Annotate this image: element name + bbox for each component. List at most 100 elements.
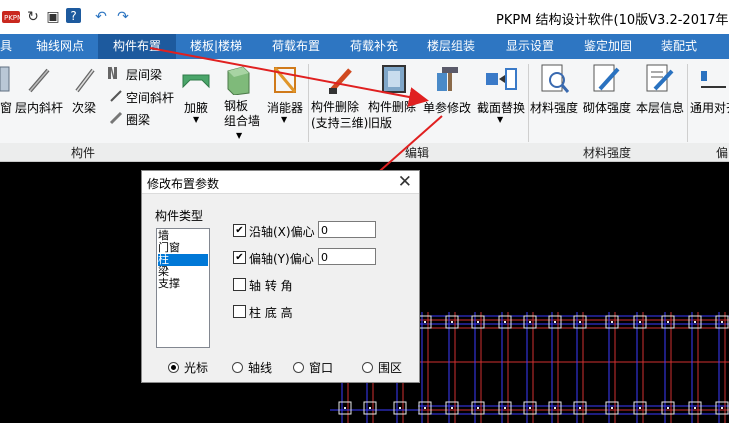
steel-plate-wall-dropdown-icon[interactable]: ▼ xyxy=(236,131,242,140)
off-axis-offset-input[interactable]: 0 xyxy=(318,248,376,265)
off-axis-label: 偏轴(Y)偏心 xyxy=(249,252,314,266)
tab-slab-stair[interactable]: 楼板|楼梯 xyxy=(190,34,242,59)
grid-node-center xyxy=(611,321,613,323)
floor-info-icon xyxy=(646,64,674,92)
delete-member-3d-button[interactable]: 构件删除 (支持三维) xyxy=(311,99,368,131)
grid-node-center xyxy=(399,407,401,409)
radio-axis[interactable] xyxy=(232,362,243,373)
tab-member-layout[interactable]: 构件布置 xyxy=(98,34,176,59)
refresh-icon[interactable]: ↻ xyxy=(24,8,42,26)
dialog-title: 修改布置参数 xyxy=(147,177,220,191)
window-icon xyxy=(0,66,10,92)
general-align-button[interactable]: 通用对齐 xyxy=(690,99,729,116)
tab-tools[interactable]: 具 xyxy=(0,34,12,59)
group-separator xyxy=(308,64,309,142)
undo-icon[interactable]: ↶ xyxy=(92,8,110,26)
grid-node-center xyxy=(424,321,426,323)
radio-fence[interactable] xyxy=(362,362,373,373)
general-align-icon xyxy=(701,71,726,88)
tab-display-settings[interactable]: 显示设置 xyxy=(506,34,554,59)
redo-icon[interactable]: ↷ xyxy=(114,8,132,26)
rotation-angle-label: 轴 转 角 xyxy=(249,279,293,293)
app-title: PKPM 结构设计软件(10版V3.2-2017年3月 xyxy=(496,13,729,28)
single-param-modify-button[interactable]: 单参修改 xyxy=(423,99,471,116)
grid-node-center xyxy=(721,321,723,323)
rotation-angle-checkbox[interactable] xyxy=(233,278,246,291)
inclined-column-button[interactable]: 层内斜杆 xyxy=(15,99,63,116)
secondary-beam-icon xyxy=(75,68,95,93)
grid-node-center xyxy=(694,407,696,409)
pkpm-logo-icon[interactable]: PKPM xyxy=(2,8,20,26)
grid-node-center xyxy=(554,407,556,409)
grid-node-center xyxy=(579,407,581,409)
column-base-height-checkbox[interactable] xyxy=(233,305,246,318)
along-axis-offset-input[interactable]: 0 xyxy=(318,221,376,238)
grid-node-center xyxy=(529,321,531,323)
group-separator xyxy=(528,64,529,142)
close-icon[interactable]: ✕ xyxy=(398,172,412,192)
radio-fence-label: 围区 xyxy=(378,361,403,375)
material-strength-button[interactable]: 材料强度 xyxy=(530,99,578,116)
section-replace-button[interactable]: 截面替换 xyxy=(477,99,525,116)
haunch-button[interactable]: 加腋 xyxy=(184,99,208,116)
masonry-strength-button[interactable]: 砌体强度 xyxy=(583,99,631,116)
ring-beam-icon xyxy=(109,111,123,125)
group-label-partial: 偏 xyxy=(716,146,729,160)
grid-node-center xyxy=(667,407,669,409)
radio-cursor[interactable] xyxy=(168,362,179,373)
ribbon: 窗 层内斜杆 次梁 层间梁 空间斜杆 圈梁 加腋 ▼ 钢板 组合墙 ▼ 消能器 ▼… xyxy=(0,59,729,144)
interlayer-beam-icon xyxy=(108,66,117,80)
grid-node-center xyxy=(639,407,641,409)
group-label-members: 构件 xyxy=(71,146,96,160)
grid-node-center xyxy=(451,407,453,409)
menu-tab-bar: 具 轴线网点 构件布置 楼板|楼梯 荷载布置 荷载补充 楼层组装 显示设置 鉴定… xyxy=(0,34,729,59)
tab-axis-grid[interactable]: 轴线网点 xyxy=(36,34,84,59)
tab-load-layout[interactable]: 荷载布置 xyxy=(272,34,320,59)
material-strength-icon xyxy=(541,64,570,93)
grid-node-center xyxy=(639,321,641,323)
damper-dropdown-icon[interactable]: ▼ xyxy=(281,115,287,124)
secondary-beam-button[interactable]: 次梁 xyxy=(72,99,96,116)
member-type-listbox[interactable]: 墙 门窗 柱 梁 支撑 xyxy=(156,228,210,348)
grid-node-center xyxy=(369,407,371,409)
grid-node-center xyxy=(667,321,669,323)
steel-plate-wall-button[interactable]: 钢板 组合墙 xyxy=(224,99,260,129)
tab-floor-assembly[interactable]: 楼层组装 xyxy=(427,34,475,59)
svg-text:PKPM: PKPM xyxy=(4,14,20,22)
along-axis-label: 沿轴(X)偏心 xyxy=(249,225,315,239)
member-type-label: 构件类型 xyxy=(155,209,204,223)
along-axis-checkbox[interactable]: ✔ xyxy=(233,224,246,237)
floor-info-button[interactable]: 本层信息 xyxy=(636,99,684,116)
tab-appraisal-reinforcement[interactable]: 鉴定加固 xyxy=(584,34,632,59)
grid-node-center xyxy=(721,407,723,409)
masonry-strength-icon xyxy=(593,64,620,92)
damper-button[interactable]: 消能器 xyxy=(267,99,303,116)
radio-window[interactable] xyxy=(293,362,304,373)
ribbon-group-labels: 构件 编辑 材料强度 偏 xyxy=(0,143,729,162)
title-bar: PKPM ↻ ▣ ? ↶ ↷ PKPM 结构设计软件(10版V3.2-2017年… xyxy=(0,0,729,34)
radio-axis-label: 轴线 xyxy=(248,361,273,375)
dialog-title-bar[interactable]: 修改布置参数 ✕ xyxy=(142,171,419,194)
column-base-height-label: 柱 底 高 xyxy=(249,306,293,320)
grid-node-center xyxy=(529,407,531,409)
off-axis-checkbox[interactable]: ✔ xyxy=(233,251,246,264)
grid-node-center xyxy=(504,407,506,409)
space-brace-icon xyxy=(110,90,122,102)
ring-beam-button[interactable]: 圈梁 xyxy=(126,111,150,128)
haunch-icon xyxy=(182,74,210,89)
window-button[interactable]: 窗 xyxy=(0,99,12,116)
section-replace-dropdown-icon[interactable]: ▼ xyxy=(497,115,503,124)
save-icon[interactable]: ▣ xyxy=(44,8,62,26)
help-icon[interactable]: ? xyxy=(66,8,81,23)
interlayer-beam-button[interactable]: 层间梁 xyxy=(126,66,162,83)
radio-window-label: 窗口 xyxy=(309,361,334,375)
delete-member-old-button[interactable]: 构件删除 旧版 xyxy=(368,99,416,131)
tab-prefabricated[interactable]: 装配式 xyxy=(661,34,697,59)
list-item-brace[interactable]: 支撑 xyxy=(158,278,208,290)
modify-layout-dialog: 修改布置参数 ✕ 构件类型 墙 门窗 柱 梁 支撑 ✔ 沿轴(X)偏心 0 ✔ … xyxy=(141,170,420,383)
tab-load-supplement[interactable]: 荷载补充 xyxy=(350,34,398,59)
haunch-dropdown-icon[interactable]: ▼ xyxy=(193,115,199,124)
group-label-material-strength: 材料强度 xyxy=(583,146,632,160)
space-brace-button[interactable]: 空间斜杆 xyxy=(126,89,174,106)
grid-node-center xyxy=(477,407,479,409)
